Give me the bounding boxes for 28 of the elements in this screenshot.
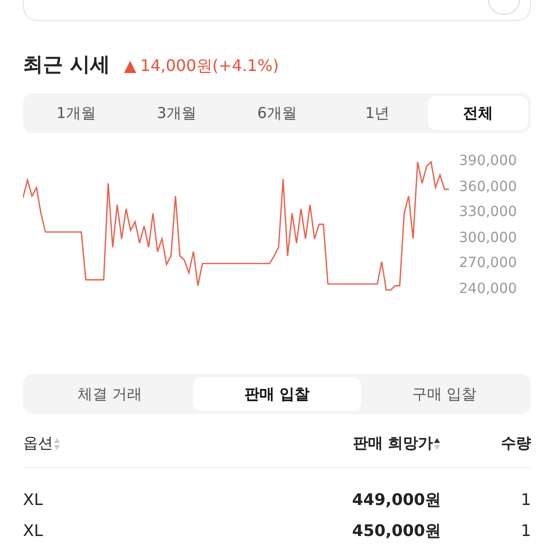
table-cell-text: XL [23,490,44,511]
table-cell-text: 1 [520,490,531,511]
option-dropdown[interactable] [23,0,531,21]
axis-label: 390,000 [459,153,517,169]
axis-label: 240,000 [459,281,517,297]
axis-label: 330,000 [459,204,517,220]
axis-label: 360,000 [459,178,517,195]
period-tab[interactable]: 전체 [428,96,528,130]
period-tab[interactable]: 6개월 [226,96,328,130]
axis-label: 300,000 [459,230,517,246]
bid-tab[interactable]: 체결 거래 [26,377,194,411]
up-arrow-icon: ▲ [124,56,136,77]
bid-tab[interactable]: 구매 입찰 [360,377,528,411]
table-cell-text: 1 [520,521,531,542]
bid-tab[interactable]: 판매 입찰 [193,377,361,411]
column-header[interactable]: 옵션 [23,434,53,453]
column-header[interactable]: 수량 [501,434,531,453]
period-tab[interactable]: 1개월 [26,96,126,130]
axis-label: 270,000 [459,255,517,272]
section-title: 최근 시세 [23,51,110,78]
table-cell-text: 449,000원 [351,490,441,511]
sort-icon[interactable] [433,436,441,450]
column-header[interactable]: 판매 희망가 [352,434,433,453]
table-cell-text: 450,000원 [351,521,441,542]
period-tab[interactable]: 1년 [327,96,428,130]
table-cell-text: XL [23,521,44,542]
period-tab[interactable]: 3개월 [126,96,227,130]
price-change: 14,000원(+4.1%) [140,56,279,77]
